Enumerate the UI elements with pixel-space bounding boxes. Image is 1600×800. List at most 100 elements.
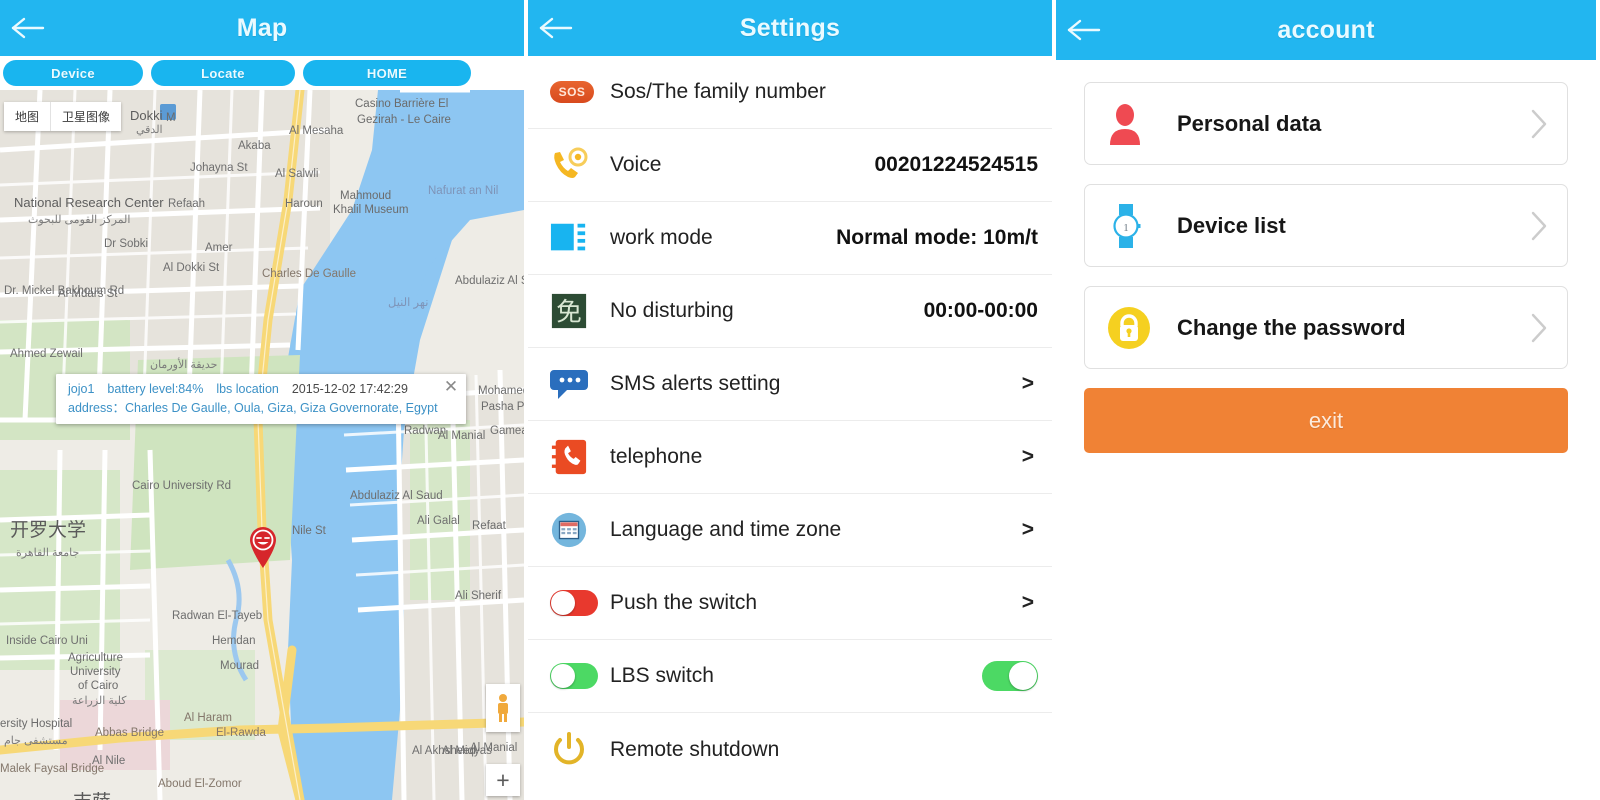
account-item-change-password[interactable]: Change the password [1084, 286, 1568, 369]
map-label: Ali Sherif [455, 590, 502, 602]
map-label: Al Dokki St [163, 262, 220, 274]
work-mode-icon [550, 219, 602, 257]
map-label: Abdulaziz Al Saud [455, 275, 524, 287]
map-screen: Map Device Locate HOME Dokki الدقي M Aka… [0, 0, 524, 800]
map-type-control[interactable]: 地图 卫星图像 [4, 102, 122, 131]
push-switch-icon [550, 590, 602, 616]
map-label: Radwan El-Tayeb [172, 610, 263, 622]
map-label: Khalil Museum [333, 204, 409, 216]
svg-text:1: 1 [1123, 222, 1129, 234]
settings-row-no-disturbing[interactable]: 免 No disturbing 00:00-00:00 [528, 275, 1052, 348]
info-location-type: lbs location [216, 382, 279, 396]
settings-row-push-switch[interactable]: Push the switch > [528, 567, 1052, 640]
settings-row-sms-alerts[interactable]: SMS alerts setting > [528, 348, 1052, 421]
settings-row-value: 00:00-00:00 [923, 299, 1038, 322]
map-label: Gameaa Qasr [490, 425, 524, 437]
map-label: Refaah [168, 198, 206, 210]
settings-row-sos[interactable]: SOS Sos/The family number [528, 56, 1052, 129]
map-info-window[interactable]: ✕ jojo1 battery level:84% lbs location 2… [56, 374, 466, 424]
street-view-pegman-icon[interactable] [486, 684, 520, 732]
chevron-right-icon [1529, 312, 1549, 344]
settings-row-label: Remote shutdown [610, 737, 780, 761]
map-label: Ahmed Zewail [10, 348, 83, 360]
exit-button[interactable]: exit [1084, 388, 1568, 453]
map-label: Al Mesaha [289, 125, 344, 137]
map-label: University [70, 666, 121, 678]
back-arrow-icon[interactable] [1056, 2, 1112, 58]
map-label: Abbas Bridge [95, 727, 165, 739]
settings-row-voice[interactable]: Voice 00201224524515 [528, 129, 1052, 202]
map-label: Charles De Gaulle [262, 268, 356, 280]
map-canvas[interactable]: Dokki الدقي M Akaba Al Mesaha Casino Barrière… [0, 90, 524, 800]
settings-row-value: Normal mode: 10m/t [836, 226, 1038, 249]
account-item-label: Device list [1177, 212, 1286, 238]
map-label: مستشفى جام [4, 735, 68, 747]
map-label: Dr Sobki [104, 238, 149, 250]
lbs-toggle[interactable] [982, 661, 1038, 691]
map-tab-bar: Device Locate HOME [0, 56, 524, 90]
chevron-right-icon [1529, 210, 1549, 242]
settings-row-remote-shutdown[interactable]: Remote shutdown [528, 713, 1052, 786]
sos-icon: SOS [550, 81, 602, 103]
info-timestamp: 2015-12-02 17:42:29 [291, 382, 408, 396]
back-arrow-icon[interactable] [0, 0, 56, 56]
lbs-switch-icon [550, 663, 602, 689]
settings-screen: Settings SOS Sos/The family number Voice… [524, 0, 1052, 800]
page-title: Map [236, 13, 288, 42]
map-type-satellite[interactable]: 卫星图像 [50, 102, 121, 131]
settings-row-language[interactable]: Language and time zone > [528, 494, 1052, 567]
map-label: Nile St [292, 525, 326, 537]
account-item-label: Personal data [1177, 110, 1322, 136]
account-item-personal-data[interactable]: Personal data [1084, 82, 1568, 165]
watch-icon: 1 [1107, 203, 1171, 249]
tab-device[interactable]: Device [3, 60, 143, 86]
account-item-device-list[interactable]: 1 Device list [1084, 184, 1568, 267]
map-label: Al Nile [92, 755, 126, 767]
map-label: حديقة الأورمان [150, 359, 218, 371]
map-label: Aboud El-Zomor [158, 778, 242, 790]
map-label: Agriculture [68, 652, 123, 664]
person-icon [1107, 103, 1171, 145]
back-arrow-icon[interactable] [528, 0, 584, 56]
settings-list: SOS Sos/The family number Voice 00201224… [528, 56, 1052, 786]
tab-locate[interactable]: Locate [151, 60, 295, 86]
map-label: Dr. Mickel Bakhoum Rd [4, 285, 125, 297]
map-label: of Cairo [78, 680, 119, 692]
chevron-right-icon: > [1021, 591, 1034, 614]
map-zoom-controls[interactable]: + [486, 764, 520, 796]
map-label: Cairo University Rd [132, 480, 232, 492]
map-label: M [166, 112, 176, 124]
map-label: Ali Galal [417, 515, 460, 527]
map-type-map[interactable]: 地图 [4, 102, 50, 131]
close-icon[interactable]: ✕ [442, 378, 460, 397]
tab-home[interactable]: HOME [303, 60, 471, 86]
settings-appbar: Settings [528, 0, 1052, 56]
settings-row-label: Language and time zone [610, 518, 842, 541]
map-label: جامعة القاهرة [16, 547, 80, 559]
map-label: نهر النيل [388, 297, 429, 309]
settings-row-telephone[interactable]: telephone > [528, 421, 1052, 494]
settings-row-lbs-switch[interactable]: LBS switch [528, 640, 1052, 713]
three-phone-screenshots: Map Device Locate HOME Dokki الدقي M Aka… [0, 0, 1600, 800]
map-label: Nafurat an Nil [428, 185, 499, 197]
map-label: Amer [205, 242, 233, 254]
chevron-right-icon: > [1021, 445, 1034, 468]
map-appbar: Map [0, 0, 524, 56]
map-label: Gezirah - Le Caire [357, 114, 451, 126]
map-label: Hemdan [212, 635, 256, 647]
zoom-in-button[interactable]: + [486, 764, 520, 796]
settings-row-label: work mode [610, 226, 713, 249]
svg-text:免: 免 [556, 298, 582, 328]
settings-row-label: Push the switch [610, 591, 758, 614]
page-title: Settings [739, 13, 841, 42]
map-label: Al Manial [438, 430, 486, 442]
settings-row-value: 00201224524515 [874, 153, 1038, 176]
map-label: Refaat [472, 520, 506, 532]
map-label: Dokki [130, 108, 163, 123]
chevron-right-icon: > [1021, 372, 1034, 395]
map-label: National Research Center [14, 195, 164, 210]
info-device-name: jojo1 [68, 382, 95, 396]
location-pin-smiley[interactable] [248, 525, 278, 574]
settings-row-work-mode[interactable]: work mode Normal mode: 10m/t [528, 202, 1052, 275]
settings-row-label: SMS alerts setting [610, 372, 781, 395]
